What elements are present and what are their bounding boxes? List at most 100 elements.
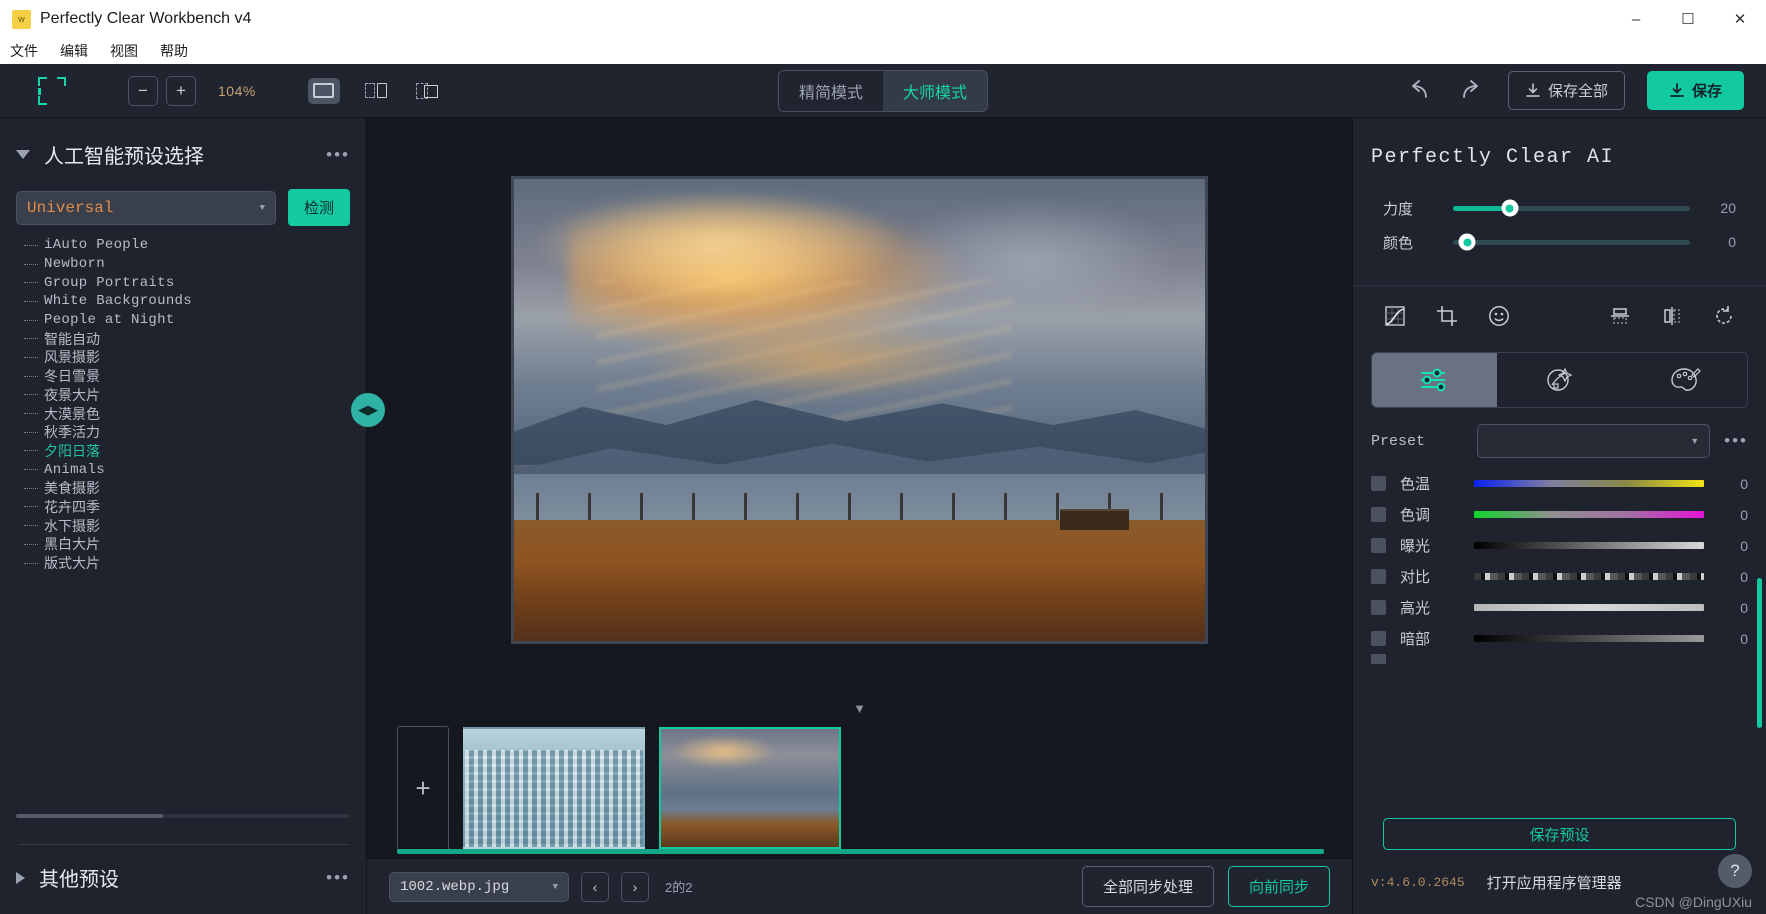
open-app-manager-link[interactable]: 打开应用程序管理器 xyxy=(1487,872,1622,893)
menu-item-help[interactable]: 帮助 xyxy=(160,41,188,61)
preset-item-night-scene[interactable]: 夜景大片 xyxy=(24,386,366,405)
chevron-down-icon[interactable] xyxy=(16,150,30,159)
preview-image[interactable] xyxy=(511,175,1208,644)
contrast-slider[interactable] xyxy=(1474,573,1704,580)
exposure-slider[interactable] xyxy=(1474,542,1704,549)
save-button[interactable]: 保存 xyxy=(1646,71,1744,110)
file-select[interactable]: 1002.webp.jpg ▼ xyxy=(389,871,569,902)
detect-button[interactable]: 检测 xyxy=(287,189,350,226)
contrast-checkbox[interactable] xyxy=(1371,569,1386,584)
preset-item-smart-auto[interactable]: 智能自动 xyxy=(24,329,366,348)
preset-item-winter-snow[interactable]: 冬日雪景 xyxy=(24,367,366,386)
preset-item-iauto-people[interactable]: iAuto People xyxy=(24,236,366,255)
highlights-slider[interactable] xyxy=(1474,604,1704,611)
preset-item-animals[interactable]: Animals xyxy=(24,460,366,479)
preset-item-black-white[interactable]: 黑白大片 xyxy=(24,535,366,554)
preset-item-group-portraits[interactable]: Group Portraits xyxy=(24,273,366,292)
preset-item-desert[interactable]: 大漠景色 xyxy=(24,404,366,423)
strength-slider[interactable] xyxy=(1453,199,1690,217)
help-icon[interactable]: ? xyxy=(1718,854,1752,888)
temperature-checkbox[interactable] xyxy=(1371,476,1386,491)
filmstrip-thumb-1[interactable] xyxy=(463,727,645,849)
exposure-checkbox[interactable] xyxy=(1371,538,1386,553)
zoom-out-button[interactable]: − xyxy=(128,75,158,106)
view-split-button[interactable] xyxy=(360,78,392,104)
tree-tick xyxy=(24,487,38,489)
sliders-tab[interactable] xyxy=(1372,353,1497,407)
preset-item-label: 版式大片 xyxy=(44,555,100,572)
chevron-right-icon[interactable] xyxy=(16,871,25,884)
menu-item-file[interactable]: 文件 xyxy=(10,41,38,61)
strength-slider-row: 力度 20 xyxy=(1383,191,1736,225)
color-slider[interactable] xyxy=(1453,233,1690,251)
adjust-row-shadows: 暗部 0 xyxy=(1371,623,1748,654)
ai-preset-header[interactable]: 人工智能预设选择 ••• xyxy=(0,118,366,181)
filmstrip-thumb-2[interactable] xyxy=(659,727,841,849)
preset-item-sunset[interactable]: 夕阳日落 xyxy=(24,442,366,461)
tree-tick xyxy=(24,319,38,321)
sync-all-button[interactable]: 全部同步处理 xyxy=(1081,866,1214,907)
filmstrip-scrollbar[interactable] xyxy=(397,849,1324,854)
left-panel-scrollbar[interactable] xyxy=(16,814,350,818)
tint-checkbox[interactable] xyxy=(1371,507,1386,522)
flip-horizontal-icon[interactable] xyxy=(1660,304,1684,332)
other-presets-menu-dots[interactable]: ••• xyxy=(326,868,350,888)
palette-tab[interactable] xyxy=(1622,353,1747,407)
preset-item-autumn[interactable]: 秋季活力 xyxy=(24,423,366,442)
other-presets-header[interactable]: 其他预设 ••• xyxy=(0,845,366,914)
strength-knob[interactable] xyxy=(1501,199,1519,217)
add-image-button[interactable]: + xyxy=(397,725,449,851)
preset-item-flowers[interactable]: 花卉四季 xyxy=(24,498,366,517)
temperature-slider[interactable] xyxy=(1474,480,1704,487)
ai-magic-tab[interactable] xyxy=(1497,353,1622,407)
rotate-icon[interactable] xyxy=(1712,304,1736,332)
undo-icon[interactable] xyxy=(1404,76,1434,106)
preset-item-label: 夜景大片 xyxy=(44,386,100,403)
view-single-button[interactable] xyxy=(307,77,340,104)
maximize-button[interactable]: ☐ xyxy=(1662,0,1714,38)
tree-tick xyxy=(24,394,38,396)
save-all-button[interactable]: 保存全部 xyxy=(1507,71,1625,110)
close-button[interactable]: ✕ xyxy=(1714,0,1766,38)
view-compare-button[interactable] xyxy=(412,78,444,104)
preset-item-underwater[interactable]: 水下摄影 xyxy=(24,516,366,535)
preset-item-food[interactable]: 美食摄影 xyxy=(24,479,366,498)
menu-item-edit[interactable]: 编辑 xyxy=(60,41,88,61)
curves-icon[interactable] xyxy=(1383,304,1407,332)
zoom-in-button[interactable]: + xyxy=(166,75,196,106)
tint-slider[interactable] xyxy=(1474,511,1704,518)
preset-item-people-at-night[interactable]: People at Night xyxy=(24,311,366,330)
preset-item-newborn[interactable]: Newborn xyxy=(24,255,366,274)
preset-dropdown[interactable]: ▼ xyxy=(1477,424,1711,458)
sync-forward-button[interactable]: 向前同步 xyxy=(1227,866,1330,907)
tree-tick xyxy=(24,506,38,508)
strength-value: 20 xyxy=(1720,200,1736,216)
next-image-button[interactable]: › xyxy=(621,871,649,902)
partial-checkbox[interactable] xyxy=(1371,654,1386,664)
mode-simple-tab[interactable]: 精简模式 xyxy=(779,71,883,111)
shadows-slider[interactable] xyxy=(1474,635,1704,642)
preset-item-layout[interactable]: 版式大片 xyxy=(24,554,366,573)
redo-icon[interactable] xyxy=(1456,76,1486,106)
color-knob[interactable] xyxy=(1458,233,1476,251)
preset-item-landscape[interactable]: 风景摄影 xyxy=(24,348,366,367)
mode-master-tab[interactable]: 大师模式 xyxy=(883,70,988,111)
highlights-checkbox[interactable] xyxy=(1371,600,1386,615)
minimize-button[interactable]: – xyxy=(1610,0,1662,38)
shadows-checkbox[interactable] xyxy=(1371,631,1386,646)
face-icon[interactable] xyxy=(1487,304,1511,332)
ai-preset-menu-dots[interactable]: ••• xyxy=(326,145,350,165)
flip-vertical-icon[interactable] xyxy=(1608,304,1632,332)
save-preset-button[interactable]: 保存预设 xyxy=(1383,818,1736,850)
prev-image-button[interactable]: ‹ xyxy=(581,871,609,902)
filmstrip-collapse-icon[interactable]: ▼ xyxy=(367,701,1352,716)
universal-preset-select[interactable]: Universal ▼ xyxy=(16,190,276,225)
compare-handle[interactable]: ◀▶ xyxy=(351,392,385,427)
preset-menu-dots[interactable]: ••• xyxy=(1724,431,1748,451)
preset-item-white-backgrounds[interactable]: White Backgrounds xyxy=(24,292,366,311)
split-view-icon xyxy=(364,83,387,98)
menu-item-view[interactable]: 视图 xyxy=(110,41,138,61)
right-panel-scrollbar[interactable] xyxy=(1757,578,1762,728)
crop-icon[interactable] xyxy=(1435,304,1459,332)
zoom-level-label: 104% xyxy=(218,82,256,99)
